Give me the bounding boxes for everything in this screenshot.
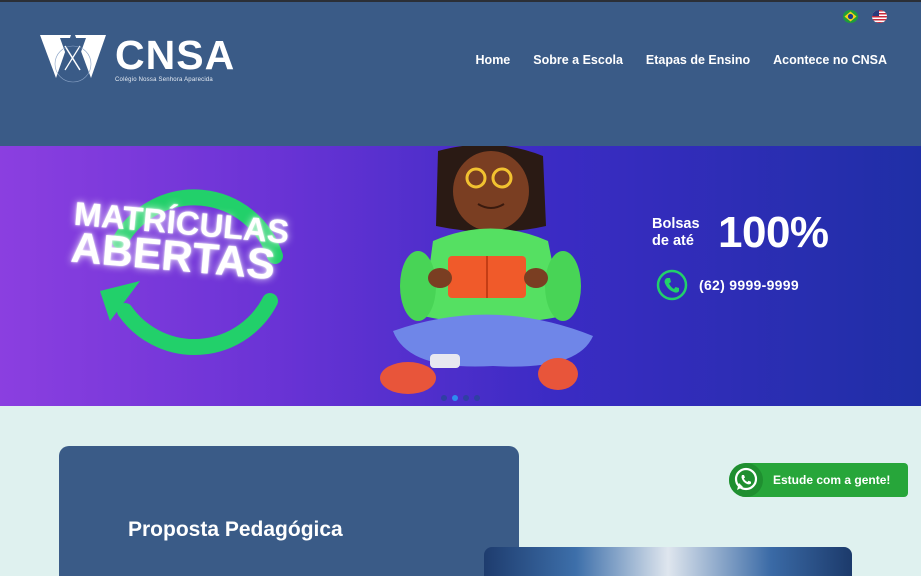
whatsapp-icon <box>729 463 763 497</box>
nav-home[interactable]: Home <box>476 53 511 67</box>
bolsas-line-2: de até <box>652 233 694 249</box>
phone-icon <box>656 269 688 301</box>
bolsas-offer: Bolsas de até 100% <box>652 208 829 258</box>
carousel-dot-4[interactable] <box>474 395 480 401</box>
usa-flag-icon[interactable] <box>872 10 887 23</box>
whatsapp-label: Estude com a gente! <box>773 473 891 487</box>
site-logo[interactable]: CNSA Colégio Nossa Senhora Aparecida <box>38 34 235 86</box>
bolsas-value: 100% <box>718 208 829 257</box>
cnsa-emblem-icon <box>40 35 106 83</box>
nav-acontece-no-cnsa[interactable]: Acontece no CNSA <box>773 53 887 67</box>
student-reading-illustration <box>380 146 593 394</box>
carousel-dot-2[interactable] <box>452 395 458 401</box>
brazil-flag-icon[interactable] <box>843 10 858 23</box>
site-header: CNSA Colégio Nossa Senhora Aparecida Hom… <box>0 0 921 146</box>
logo-title: CNSA <box>115 32 236 78</box>
card-title: Proposta Pedagógica <box>128 518 343 541</box>
nav-etapas-de-ensino[interactable]: Etapas de Ensino <box>646 53 750 67</box>
main-nav: Home Sobre a Escola Etapas de Ensino Aco… <box>476 53 887 67</box>
language-switcher <box>843 10 887 23</box>
bolsas-line-1: Bolsas <box>652 216 700 232</box>
matriculas-abertas-headline: MATRÍCULAS ABERTAS <box>69 195 291 290</box>
banner-phone[interactable]: (62) 9999-9999 <box>656 269 799 301</box>
hero-banner[interactable]: MATRÍCULAS ABERTAS Bolsas de até 100% (6… <box>0 146 921 406</box>
nav-sobre-a-escola[interactable]: Sobre a Escola <box>533 53 623 67</box>
phone-number: (62) 9999-9999 <box>699 277 799 293</box>
carousel-dots <box>441 395 480 401</box>
carousel-dot-1[interactable] <box>441 395 447 401</box>
proposta-card: Proposta Pedagógica <box>59 446 519 576</box>
school-photo <box>484 547 852 576</box>
whatsapp-button[interactable]: Estude com a gente! <box>729 463 908 497</box>
carousel-dot-3[interactable] <box>463 395 469 401</box>
